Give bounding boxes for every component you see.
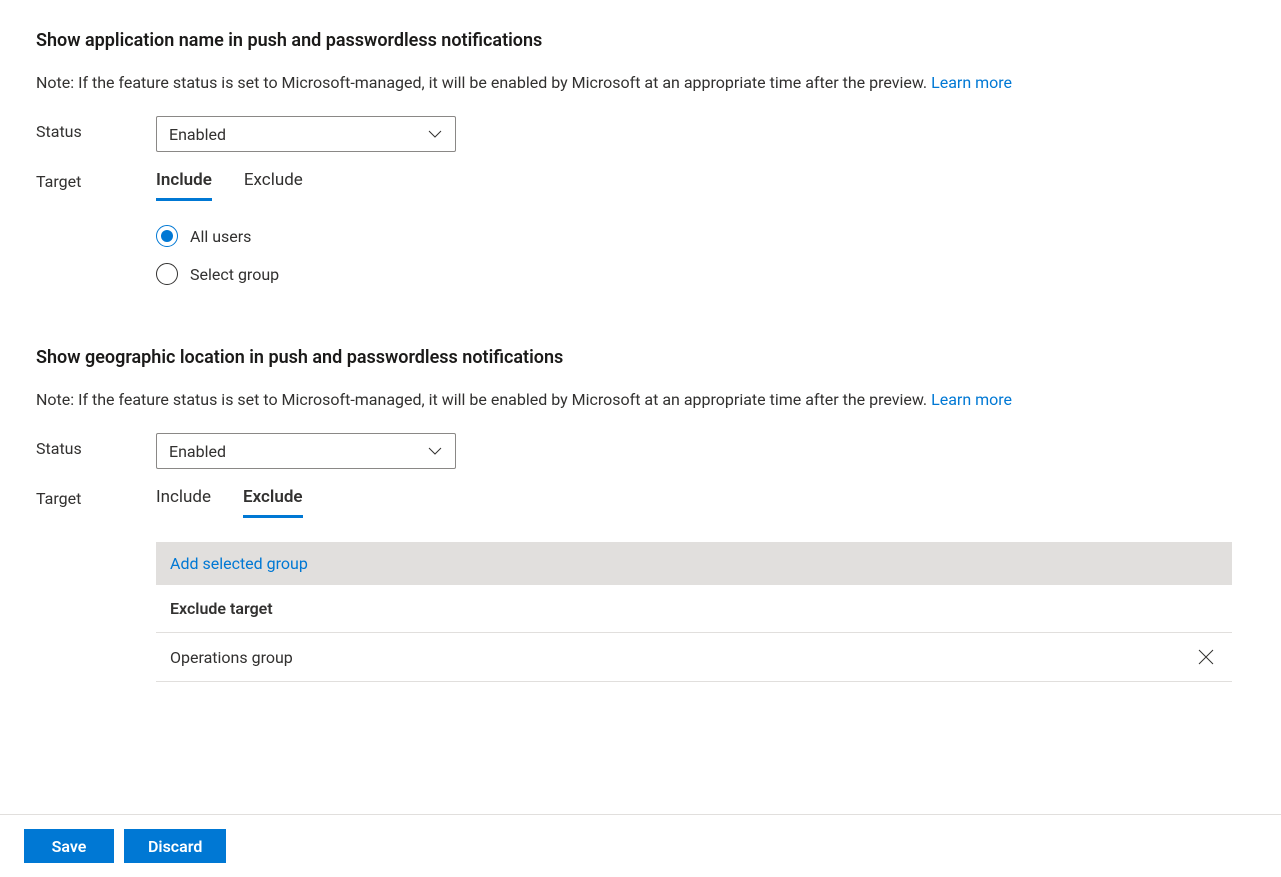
status-value-2: Enabled [169, 442, 226, 461]
footer-bar: Save Discard [0, 814, 1281, 877]
target-label-2: Target [36, 483, 156, 508]
app-name-note: Note: If the feature status is set to Mi… [36, 73, 1245, 92]
app-name-heading: Show application name in push and passwo… [36, 30, 1245, 51]
radio-all-users-label: All users [190, 227, 251, 246]
target-label-1: Target [36, 166, 156, 191]
radio-icon [156, 225, 178, 247]
tab-exclude-2[interactable]: Exclude [243, 483, 303, 518]
add-selected-group-button[interactable]: Add selected group [156, 542, 1232, 585]
status-value-1: Enabled [169, 125, 226, 144]
chevron-down-icon [427, 443, 443, 459]
geo-location-note: Note: If the feature status is set to Mi… [36, 390, 1245, 409]
add-selected-group-label: Add selected group [170, 554, 308, 573]
note-text-2: Note: If the feature status is set to Mi… [36, 390, 931, 409]
tab-exclude-1[interactable]: Exclude [244, 166, 303, 201]
status-select-1[interactable]: Enabled [156, 116, 456, 152]
note-text-1: Note: If the feature status is set to Mi… [36, 73, 931, 92]
discard-button[interactable]: Discard [124, 829, 226, 863]
geo-location-heading: Show geographic location in push and pas… [36, 347, 1245, 368]
exclude-item-name: Operations group [170, 648, 293, 667]
remove-exclude-item-button[interactable] [1194, 645, 1218, 669]
close-icon [1197, 648, 1215, 666]
learn-more-link-2[interactable]: Learn more [931, 390, 1012, 409]
status-label-2: Status [36, 433, 156, 458]
radio-icon [156, 263, 178, 285]
radio-select-group[interactable]: Select group [156, 263, 1245, 285]
learn-more-link-1[interactable]: Learn more [931, 73, 1012, 92]
save-button[interactable]: Save [24, 829, 114, 863]
chevron-down-icon [427, 126, 443, 142]
exclude-item-row: Operations group [156, 633, 1232, 682]
status-label-1: Status [36, 116, 156, 141]
status-select-2[interactable]: Enabled [156, 433, 456, 469]
tab-include-2[interactable]: Include [156, 483, 211, 518]
tab-include-1[interactable]: Include [156, 166, 212, 201]
radio-select-group-label: Select group [190, 265, 279, 284]
radio-all-users[interactable]: All users [156, 225, 1245, 247]
exclude-target-header: Exclude target [156, 585, 1232, 633]
